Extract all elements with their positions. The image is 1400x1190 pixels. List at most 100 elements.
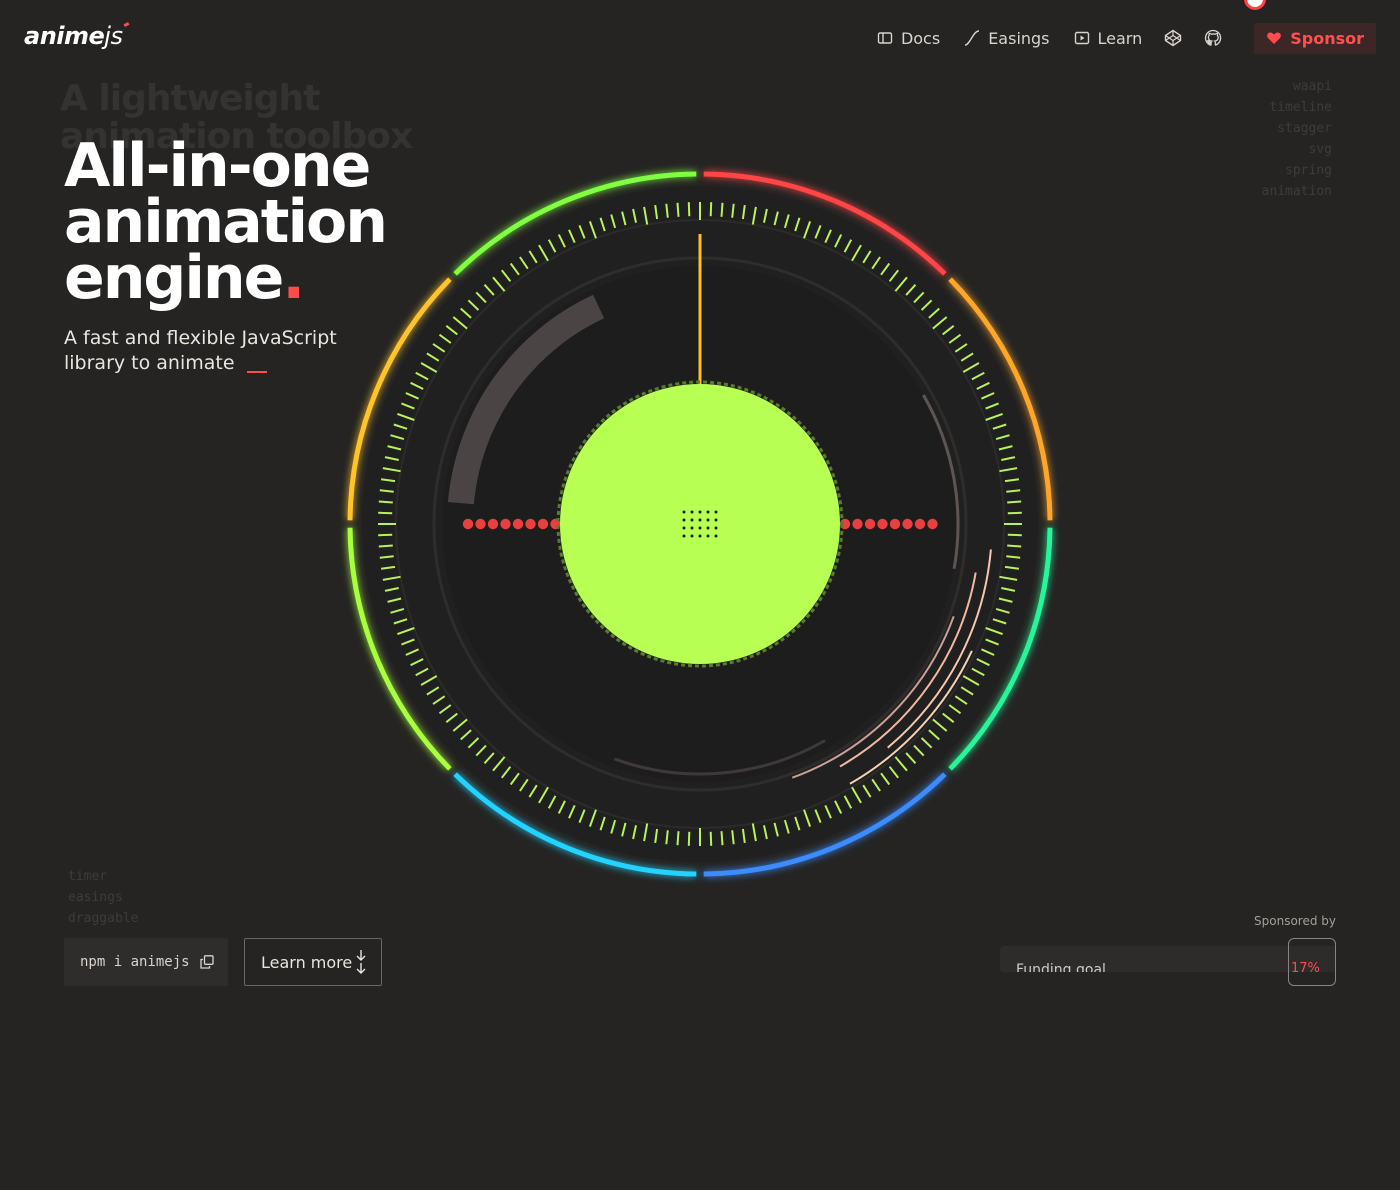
dial-tick: [687, 831, 691, 846]
dial-grid-dot: [706, 534, 710, 538]
dial-grid-dot: [690, 534, 694, 538]
dial-tick: [676, 831, 680, 846]
nav-easings-label: Easings: [988, 28, 1050, 48]
copy-icon[interactable]: [200, 955, 214, 969]
dial-grid-dot: [706, 526, 710, 530]
feature-tags-left: timer easings draggable: [68, 866, 138, 929]
nav-docs[interactable]: Docs: [877, 29, 940, 48]
dial-red-dot: [512, 518, 524, 530]
dial-tick: [1007, 511, 1022, 515]
dial-tick: [720, 202, 724, 217]
dial-tick: [720, 831, 724, 846]
ghost-headline-a: A lightweight: [60, 78, 320, 119]
sponsor-button[interactable]: Sponsor: [1254, 22, 1376, 54]
sponsor-label: Sponsor: [1290, 28, 1364, 48]
dial-red-dot: [927, 518, 938, 530]
dial-red-dot: [852, 518, 863, 530]
dial-red-dot: [487, 518, 499, 530]
dial-grid-dot: [698, 534, 702, 538]
main-nav: Docs Easings Learn Sponsor: [853, 22, 1376, 54]
hero-title-period: .: [282, 243, 305, 313]
dial-red-dot: [462, 518, 474, 530]
github-link[interactable]: [1204, 29, 1222, 47]
dial-red-dot: [877, 518, 888, 530]
dial-tick: [676, 202, 680, 217]
dial-red-dot: [525, 518, 536, 530]
typing-caret: [246, 371, 267, 373]
dial-grid-dot: [714, 510, 718, 514]
dial-tick: [378, 533, 393, 537]
dial-grid-dot: [682, 510, 686, 514]
hero-subtitle-text: A fast and flexible JavaScript library t…: [64, 327, 337, 374]
nav-learn-label: Learn: [1097, 28, 1143, 48]
dial-tick: [709, 831, 713, 846]
feature-tags-right: waapi timeline stagger svg spring animat…: [1262, 76, 1332, 202]
dial-tick: [1007, 544, 1022, 548]
dial-grid-dot: [682, 526, 686, 530]
sponsored-by-label: Sponsored by: [1254, 914, 1336, 928]
funding-goal-label: Funding goal: [1016, 962, 1106, 972]
dial-tick: [378, 511, 393, 515]
dial-tick: [687, 202, 691, 217]
dial-grid-dot: [714, 534, 718, 538]
dial-grid-dot: [706, 510, 710, 514]
codepen-icon: [1165, 29, 1182, 47]
logo-accent-mark: [124, 22, 130, 27]
dial-red-dot: [500, 518, 511, 530]
dial-grid-dot: [690, 526, 694, 530]
feature-tag: easings: [68, 890, 123, 905]
feature-tag: waapi: [1292, 79, 1332, 94]
dial-grid-dot: [714, 526, 718, 530]
logo-light: js: [104, 22, 123, 50]
github-icon: [1205, 29, 1222, 46]
funding-goal-percent: 17%: [1288, 938, 1336, 986]
nav-easings[interactable]: Easings: [964, 28, 1050, 48]
install-command[interactable]: npm i animejs: [64, 938, 228, 986]
feature-tag: draggable: [68, 911, 139, 926]
hero-title-line: engine: [64, 243, 284, 313]
animejs-logo[interactable]: animejs: [24, 22, 130, 50]
arrow-down-icon: [356, 950, 366, 974]
learn-more-label: Learn more: [261, 952, 353, 972]
play-icon: [1074, 31, 1089, 45]
dial-tick: [709, 202, 713, 217]
nav-docs-label: Docs: [900, 28, 941, 48]
dial-tick: [378, 544, 393, 548]
dial-grid-dot: [714, 518, 718, 522]
feature-tag: timer: [68, 869, 108, 884]
codepen-link[interactable]: [1164, 29, 1182, 47]
hero-subtitle: A fast and flexible JavaScript library t…: [64, 326, 364, 376]
feature-tag: timeline: [1269, 100, 1332, 115]
dial-red-dot: [902, 518, 913, 530]
dial-grid-dot: [706, 518, 710, 522]
dial-red-dot: [864, 518, 876, 530]
dial-grid-dot: [698, 518, 702, 522]
funding-goal-percent-value: 17%: [1291, 961, 1320, 976]
dial-red-dot: [537, 518, 549, 530]
dial-red-dot: [889, 518, 901, 530]
cursor-indicator: [1244, 0, 1266, 10]
dial-grid-dot: [698, 526, 702, 530]
dial-core: [560, 384, 840, 664]
nav-learn[interactable]: Learn: [1074, 28, 1143, 48]
funding-goal-bar[interactable]: Funding goal: [1000, 946, 1336, 972]
feature-tag: svg: [1308, 142, 1332, 157]
dial-grid-dot: [690, 518, 694, 522]
feature-tag: animation: [1261, 184, 1332, 199]
dial-tick: [1007, 500, 1022, 504]
dial-grid-dot: [698, 510, 702, 514]
curve-icon: [964, 30, 980, 46]
learn-more-button[interactable]: Learn more: [244, 938, 382, 986]
dial-grid-dot: [682, 534, 686, 538]
book-icon: [877, 32, 893, 44]
dial-grid-dot: [690, 510, 694, 514]
dial-tick: [378, 500, 393, 504]
page: animejs Docs Easings Learn Sponsor A lig…: [0, 0, 1400, 1190]
dial-grid-dot: [682, 518, 686, 522]
dial-red-dot: [914, 518, 926, 530]
feature-tag: stagger: [1277, 121, 1332, 136]
hero-dial-animation: [347, 171, 1053, 877]
install-command-text: npm i animejs: [80, 954, 190, 970]
heart-icon: [1267, 32, 1282, 44]
dial-red-dot: [475, 518, 486, 530]
